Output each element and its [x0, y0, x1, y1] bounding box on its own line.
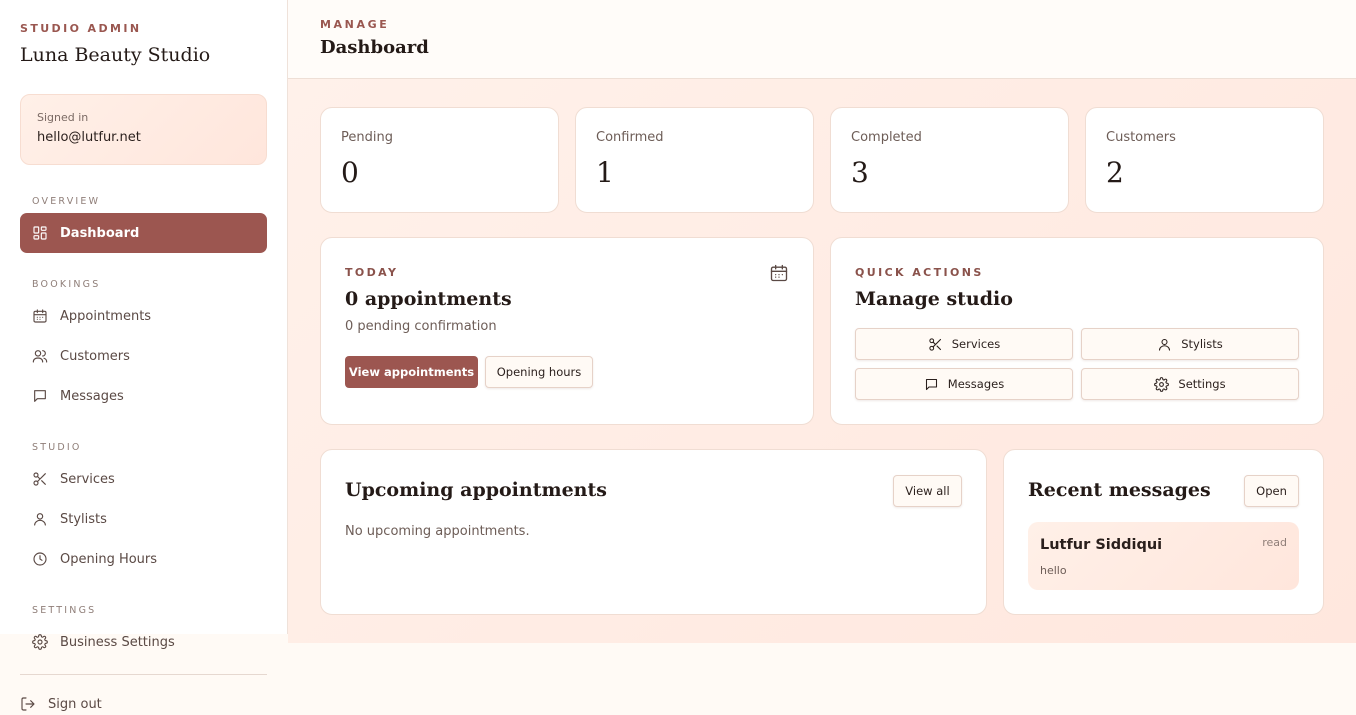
- calendar-icon: [769, 263, 789, 283]
- sidebar-item-label: Services: [60, 471, 115, 487]
- signed-in-card: Signed in hello@lutfur.net: [20, 94, 267, 165]
- sidebar-item-customers[interactable]: Customers: [20, 336, 267, 376]
- stat-card-customers: Customers 2: [1085, 107, 1324, 213]
- recent-messages-title: Recent messages: [1028, 479, 1211, 501]
- signed-in-email: hello@lutfur.net: [37, 130, 141, 145]
- button-label: Messages: [947, 377, 1005, 391]
- quick-messages-button[interactable]: Messages: [855, 368, 1073, 400]
- button-label: Settings: [1178, 377, 1226, 391]
- sidebar-item-label: Dashboard: [60, 225, 140, 241]
- quick-actions-title: Manage studio: [855, 288, 1013, 310]
- sidebar-kicker: STUDIO ADMIN: [20, 22, 142, 35]
- grid-icon: [32, 225, 48, 241]
- sidebar-item-messages[interactable]: Messages: [20, 376, 267, 416]
- scissors-icon: [32, 471, 48, 487]
- today-kicker: TODAY: [345, 266, 399, 279]
- user-icon: [1159, 338, 1171, 351]
- page-title: Dashboard: [320, 37, 429, 58]
- quick-actions-kicker: QUICK ACTIONS: [855, 266, 984, 279]
- signed-in-label: Signed in: [37, 111, 89, 124]
- sidebar-item-business-settings[interactable]: Business Settings: [20, 622, 267, 662]
- stat-card-pending: Pending 0: [320, 107, 559, 213]
- sidebar-item-dashboard[interactable]: Dashboard: [20, 213, 267, 253]
- sidebar-item-label: Messages: [60, 388, 124, 404]
- stat-card-confirmed: Confirmed 1: [575, 107, 814, 213]
- scissors-icon: [929, 337, 941, 351]
- sidebar: STUDIO ADMIN Luna Beauty Studio Signed i…: [0, 0, 288, 715]
- stat-label: Customers: [1106, 130, 1176, 145]
- studio-name: Luna Beauty Studio: [20, 44, 211, 66]
- user-icon: [32, 511, 48, 527]
- nav-section-settings: SETTINGS: [32, 605, 97, 616]
- quick-settings-button[interactable]: Settings: [1081, 368, 1299, 400]
- sign-out-button[interactable]: Sign out: [20, 694, 102, 714]
- logout-icon: [21, 697, 35, 711]
- header-kicker: MANAGE: [320, 18, 390, 31]
- upcoming-appointments-card: Upcoming appointments View all No upcomi…: [320, 449, 987, 615]
- gear-icon: [32, 634, 48, 650]
- view-all-button[interactable]: View all: [893, 475, 962, 507]
- button-label: Stylists: [1181, 337, 1223, 351]
- opening-hours-button[interactable]: Opening hours: [485, 356, 593, 388]
- stat-card-completed: Completed 3: [830, 107, 1069, 213]
- stat-label: Pending: [341, 130, 393, 145]
- nav-section-studio: STUDIO: [32, 442, 82, 453]
- message-sender: Lutfur Siddiqui: [1040, 537, 1163, 553]
- button-label: Services: [951, 337, 1001, 351]
- message-preview: hello: [1040, 564, 1067, 577]
- open-messages-button[interactable]: Open: [1244, 475, 1299, 507]
- stat-value: 0: [341, 156, 359, 189]
- today-card: TODAY 0 appointments 0 pending confirmat…: [320, 237, 814, 425]
- sidebar-item-appointments[interactable]: Appointments: [20, 296, 267, 336]
- today-title: 0 appointments: [345, 288, 512, 310]
- sidebar-item-stylists[interactable]: Stylists: [20, 499, 267, 539]
- sidebar-item-opening-hours[interactable]: Opening Hours: [20, 539, 267, 579]
- nav-section-bookings: BOOKINGS: [32, 279, 101, 290]
- sidebar-item-services[interactable]: Services: [20, 459, 267, 499]
- users-icon: [32, 348, 48, 364]
- stat-value: 1: [596, 156, 614, 189]
- upcoming-title: Upcoming appointments: [345, 479, 607, 501]
- chat-icon: [32, 388, 48, 404]
- today-subtitle: 0 pending confirmation: [345, 319, 497, 334]
- upcoming-empty-text: No upcoming appointments.: [345, 524, 530, 539]
- sidebar-item-label: Stylists: [60, 511, 107, 527]
- quick-stylists-button[interactable]: Stylists: [1081, 328, 1299, 360]
- page-header: MANAGE Dashboard: [288, 0, 1356, 79]
- message-list-item[interactable]: Lutfur Siddiqui read hello: [1028, 522, 1299, 590]
- chat-icon: [925, 378, 937, 390]
- sidebar-item-label: Appointments: [60, 308, 152, 324]
- sidebar-item-label: Business Settings: [60, 634, 175, 650]
- recent-messages-card: Recent messages Open Lutfur Siddiqui rea…: [1003, 449, 1324, 615]
- stat-label: Confirmed: [596, 130, 664, 145]
- gear-icon: [1154, 376, 1170, 392]
- quick-services-button[interactable]: Services: [855, 328, 1073, 360]
- stat-value: 3: [851, 156, 869, 189]
- sidebar-item-label: Customers: [60, 348, 130, 364]
- sidebar-divider: [20, 674, 267, 675]
- sign-out-label: Sign out: [48, 696, 102, 712]
- nav-section-overview: OVERVIEW: [32, 196, 101, 207]
- sidebar-item-label: Opening Hours: [60, 551, 158, 567]
- message-status: read: [1262, 536, 1287, 549]
- calendar-icon: [32, 308, 48, 324]
- stat-value: 2: [1106, 156, 1124, 189]
- clock-icon: [32, 551, 48, 567]
- view-appointments-button[interactable]: View appointments: [345, 356, 478, 388]
- quick-actions-card: QUICK ACTIONS Manage studio Services Sty…: [830, 237, 1324, 425]
- stat-label: Completed: [851, 130, 922, 145]
